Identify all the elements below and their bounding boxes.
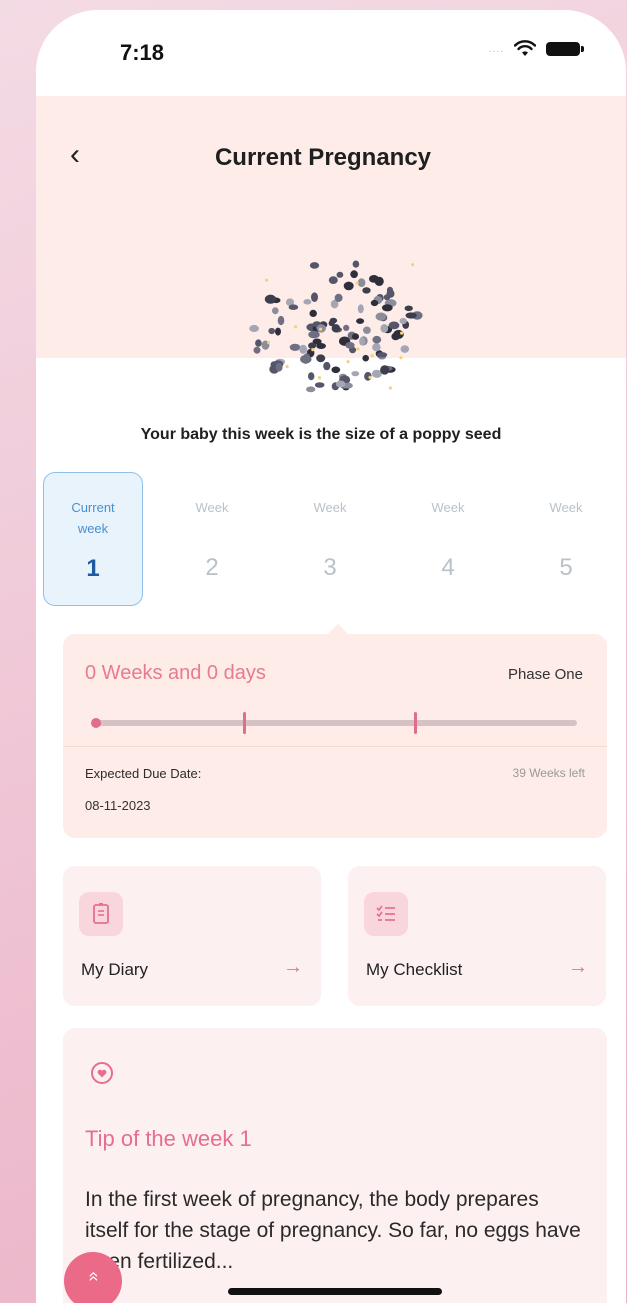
diary-icon (79, 892, 123, 936)
week-tab-number: 5 (559, 554, 573, 581)
page-title: Current Pregnancy (214, 144, 432, 171)
elapsed-time: 0 Weeks and 0 days (85, 662, 266, 684)
week-tab-number: 3 (323, 554, 337, 581)
due-date-value: 08-11-2023 (85, 798, 151, 813)
phone-screen: 7:18 .... ‹ Current Pregnancy Your baby … (36, 10, 626, 1303)
checklist-icon (364, 892, 408, 936)
status-bar: 7:18 .... (36, 10, 626, 96)
week-tab-number: 1 (86, 555, 100, 582)
status-icons: .... (488, 40, 584, 58)
progress-track (91, 712, 577, 734)
baby-size-text: Your baby this week is the size of a pop… (140, 426, 502, 443)
week-tab-1[interactable]: Current week 1 (43, 472, 143, 606)
week-tab-number: 2 (205, 554, 219, 581)
card-divider (63, 746, 607, 747)
wifi-icon (514, 40, 536, 56)
trimester-marker-2 (414, 712, 417, 734)
tip-body: In the first week of pregnancy, the body… (85, 1188, 581, 1273)
my-checklist-label: My Checklist (366, 960, 463, 979)
heart-icon (91, 1062, 113, 1084)
week-tab-2[interactable]: Week 2 (162, 472, 262, 606)
pregnancy-progress-card: 0 Weeks and 0 days Phase One Expected Du… (63, 634, 607, 838)
scroll-up-button[interactable]: » (64, 1252, 122, 1303)
app-header: ‹ Current Pregnancy (36, 96, 626, 208)
tip-of-week-card[interactable]: Tip of the week 1 In the first week of p… (63, 1028, 607, 1303)
week-tab-label: Current week (71, 500, 115, 536)
week-tab-label: Week (549, 500, 583, 515)
poppy-seed-illustration (249, 260, 423, 393)
chevron-up-icon: » (82, 1271, 103, 1282)
week-tab-3[interactable]: Week 3 (280, 472, 380, 606)
tip-title: Tip of the week 1 (85, 1126, 252, 1151)
my-diary-card[interactable]: My Diary → (63, 866, 321, 1006)
my-diary-label: My Diary (81, 960, 149, 979)
card-pointer (328, 624, 348, 634)
battery-icon (546, 42, 584, 56)
weeks-left: 39 Weeks left (512, 766, 585, 780)
week-tab-4[interactable]: Week 4 (398, 472, 498, 606)
arrow-right-icon: → (568, 956, 588, 978)
my-checklist-card[interactable]: My Checklist → (348, 866, 606, 1006)
arrow-right-icon: → (283, 956, 303, 978)
home-indicator (228, 1288, 442, 1295)
progress-start-dot (91, 718, 101, 728)
week-tab-5[interactable]: Week 5 (516, 472, 616, 606)
week-tab-number: 4 (441, 554, 455, 581)
week-tab-label: Week (431, 500, 465, 515)
status-time: 7:18 (120, 40, 165, 65)
week-tab-label: Week (195, 500, 229, 515)
due-date-label: Expected Due Date: (85, 766, 202, 781)
phase-label: Phase One (507, 666, 583, 683)
trimester-marker-1 (243, 712, 246, 734)
week-tab-label: Week (313, 500, 347, 515)
signal-icon: .... (488, 43, 504, 55)
